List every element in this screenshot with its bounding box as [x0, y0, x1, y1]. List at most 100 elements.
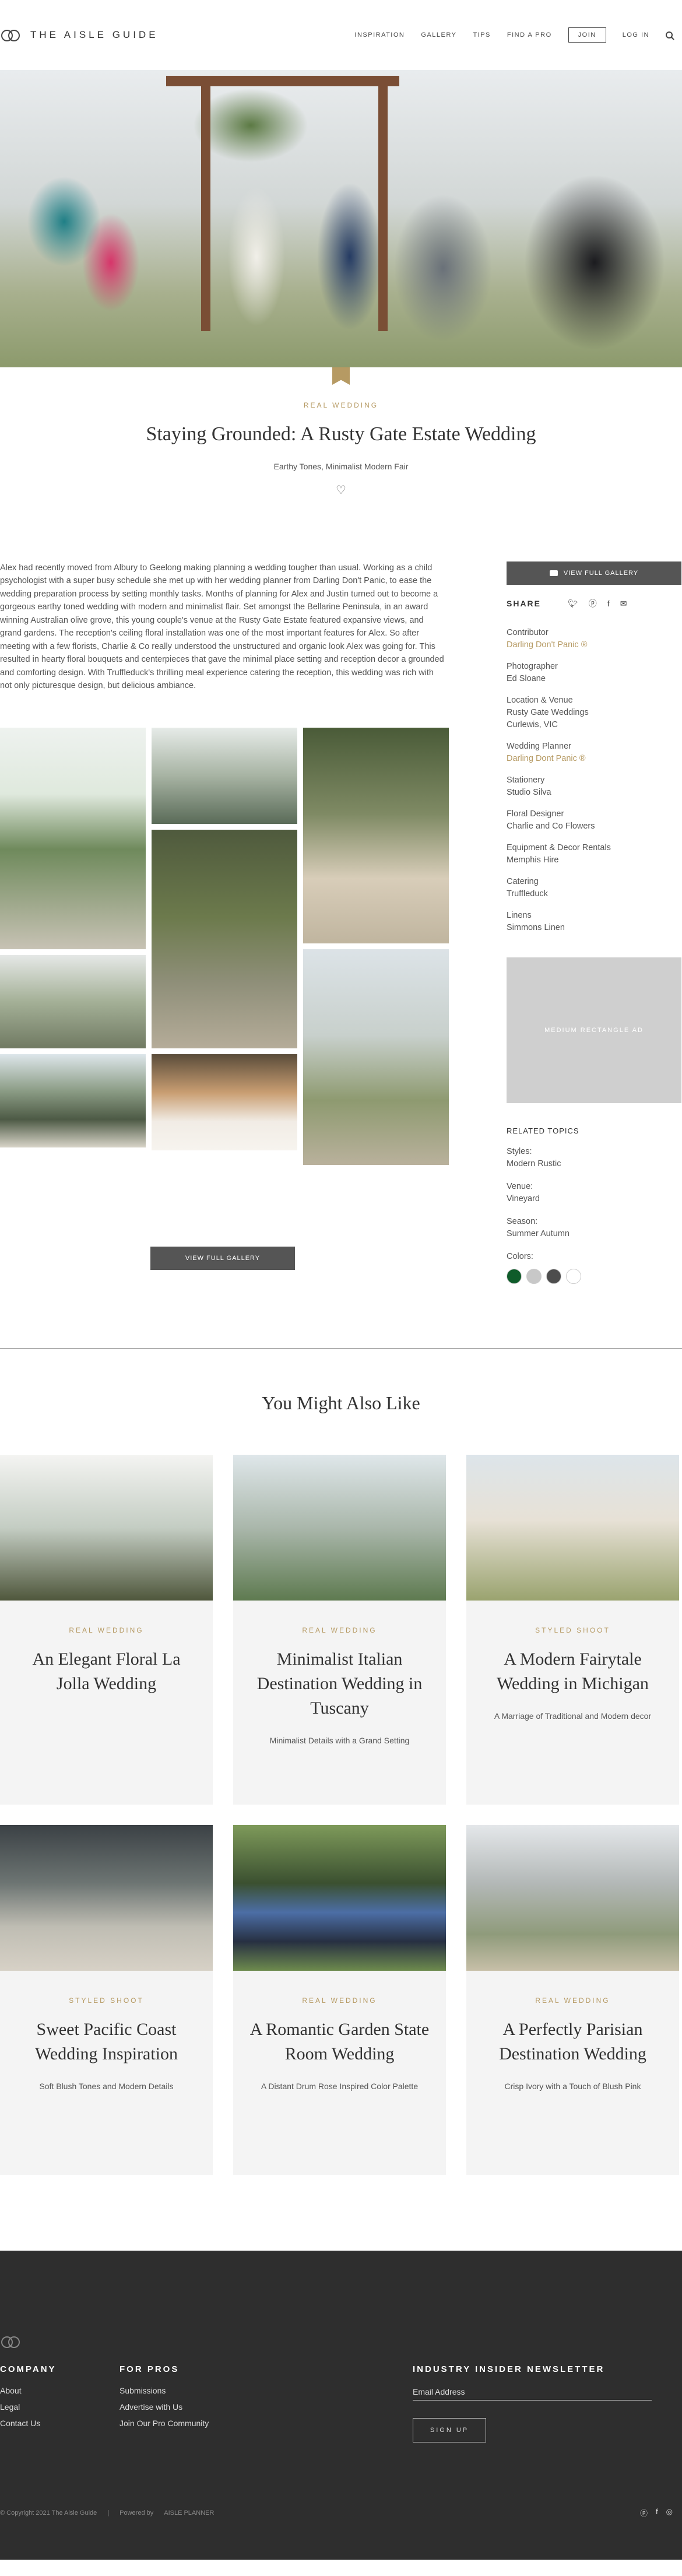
instagram-icon[interactable]: ◎ — [666, 2507, 673, 2518]
card-title[interactable]: A Perfectly Parisian Destination Wedding — [483, 2017, 663, 2066]
join-button[interactable]: JOIN — [568, 27, 606, 43]
card-description: Crisp Ivory with a Touch of Blush Pink — [504, 2082, 641, 2091]
article-card[interactable]: STYLED SHOOT A Modern Fairytale Wedding … — [466, 1455, 679, 1805]
nav-find-a-pro[interactable]: FIND A PRO — [507, 31, 552, 38]
rings-logo-icon — [0, 29, 26, 41]
card-title[interactable]: Sweet Pacific Coast Wedding Inspiration — [16, 2017, 196, 2066]
credit-item: Photographer Ed Sloane — [507, 661, 681, 685]
topic-link[interactable]: Summer Autumn — [507, 1228, 681, 1240]
nav-gallery[interactable]: GALLERY — [421, 31, 456, 38]
bookmark-icon[interactable] — [332, 367, 350, 385]
article-category[interactable]: REAL WEDDING — [0, 401, 682, 409]
card-title[interactable]: A Modern Fairytale Wedding in Michigan — [483, 1647, 663, 1696]
topic-link[interactable]: Modern Rustic — [507, 1158, 681, 1170]
gallery-photo[interactable] — [152, 829, 297, 1048]
credit-role: Equipment & Decor Rentals — [507, 843, 611, 853]
nav-inspiration[interactable]: INSPIRATION — [354, 31, 405, 38]
facebook-icon[interactable]: f — [607, 599, 610, 608]
color-swatch[interactable] — [507, 1269, 522, 1285]
facebook-icon[interactable]: f — [656, 2507, 658, 2518]
color-swatch[interactable] — [566, 1269, 581, 1285]
main-nav: INSPIRATION GALLERY TIPS FIND A PRO JOIN… — [354, 27, 673, 43]
card-description: A Distant Drum Rose Inspired Color Palet… — [261, 2082, 419, 2091]
section-divider — [0, 1348, 682, 1349]
credit-role: Floral Designer — [507, 809, 564, 819]
card-category: STYLED SHOOT — [535, 1626, 610, 1635]
topic-colors: Colors: — [507, 1251, 681, 1285]
related-title: You Might Also Like — [262, 1392, 420, 1414]
credit-item: Equipment & Decor Rentals Memphis Hire — [507, 842, 681, 866]
color-swatch[interactable] — [526, 1269, 542, 1285]
card-image[interactable] — [466, 1455, 679, 1601]
view-full-gallery-button[interactable]: VIEW FULL GALLERY — [150, 1246, 295, 1270]
gallery-photo[interactable] — [0, 954, 146, 1048]
gallery-photo[interactable] — [303, 949, 449, 1165]
card-image[interactable] — [0, 1455, 213, 1601]
article-card[interactable]: REAL WEDDING A Perfectly Parisian Destin… — [466, 1825, 679, 2175]
sidebar-gallery-button[interactable]: VIEW FULL GALLERY — [507, 561, 681, 585]
share-label: SHARE — [507, 599, 542, 608]
footer-company-title: COMPANY — [0, 2364, 57, 2375]
logo[interactable]: THE AISLE GUIDE — [0, 29, 159, 41]
footer-link-about[interactable]: About — [0, 2386, 57, 2395]
pinterest-icon[interactable]: ⓟ — [640, 2507, 648, 2518]
newsletter-email-input[interactable] — [413, 2384, 652, 2401]
article-card[interactable]: REAL WEDDING An Elegant Floral La Jolla … — [0, 1455, 213, 1805]
card-title[interactable]: A Romantic Garden State Room Wedding — [249, 2017, 430, 2066]
color-swatch[interactable] — [546, 1269, 561, 1285]
credit-link[interactable]: Darling Don't Panic ® — [507, 639, 681, 651]
gallery-photo[interactable] — [152, 1054, 297, 1150]
article-card[interactable]: REAL WEDDING A Romantic Garden State Roo… — [233, 1825, 446, 2175]
pinterest-icon[interactable]: ⓟ — [589, 598, 597, 609]
gallery-photo[interactable] — [0, 727, 146, 949]
card-image[interactable] — [233, 1455, 446, 1601]
article-card[interactable]: REAL WEDDING Minimalist Italian Destinat… — [233, 1455, 446, 1805]
hero-arch-shape — [166, 76, 399, 331]
card-description: Minimalist Details with a Grand Setting — [269, 1736, 410, 1746]
footer-rings-logo-icon[interactable] — [0, 2335, 26, 2349]
card-image[interactable] — [233, 1825, 446, 1971]
copyright: © Copyright 2021 The Aisle Guide — [0, 2509, 97, 2517]
aisle-planner-logo[interactable]: AISLE PLANNER — [164, 2510, 214, 2517]
card-image[interactable] — [466, 1825, 679, 1971]
topic-season: Season: Summer Autumn — [507, 1216, 681, 1240]
heart-icon[interactable]: ♡ — [0, 483, 682, 497]
twitter-icon[interactable]: 🐦︎ — [568, 599, 578, 609]
card-description: Soft Blush Tones and Modern Details — [39, 2082, 174, 2091]
site-footer: COMPANY About Legal Contact Us FOR PROS … — [0, 2251, 682, 2560]
login-link[interactable]: LOG IN — [623, 31, 649, 38]
signup-button[interactable]: SIGN UP — [413, 2418, 486, 2443]
credit-location: Curlewis, VIC — [507, 720, 558, 730]
footer-link-submissions[interactable]: Submissions — [119, 2386, 209, 2395]
related-articles: You Might Also Like REAL WEDDING An Eleg… — [0, 1392, 682, 2175]
gallery-photo[interactable] — [0, 1054, 146, 1147]
search-icon[interactable] — [666, 31, 673, 38]
footer-separator: | — [107, 2509, 110, 2517]
topic-venue: Venue: Vineyard — [507, 1181, 681, 1205]
article-card[interactable]: STYLED SHOOT Sweet Pacific Coast Wedding… — [0, 1825, 213, 2175]
credit-name: Charlie and Co Flowers — [507, 822, 595, 831]
email-icon[interactable]: ✉ — [620, 599, 627, 609]
newsletter-title: INDUSTRY INSIDER NEWSLETTER — [413, 2364, 605, 2375]
credit-name: Memphis Hire — [507, 855, 559, 865]
card-image[interactable] — [0, 1825, 213, 1971]
footer-link-advertise[interactable]: Advertise with Us — [119, 2402, 209, 2412]
credit-item: Floral Designer Charlie and Co Flowers — [507, 808, 681, 833]
card-title[interactable]: Minimalist Italian Destination Wedding i… — [249, 1647, 430, 1721]
footer-link-legal[interactable]: Legal — [0, 2402, 57, 2412]
credit-name: Ed Sloane — [507, 674, 546, 684]
gallery-photo[interactable] — [152, 727, 297, 824]
footer-link-contact[interactable]: Contact Us — [0, 2419, 57, 2428]
card-category: REAL WEDDING — [302, 1996, 377, 2005]
credit-role: Wedding Planner — [507, 742, 571, 752]
footer-link-join-pro[interactable]: Join Our Pro Community — [119, 2419, 209, 2428]
footer-pros-title: FOR PROS — [119, 2364, 180, 2375]
logo-text: THE AISLE GUIDE — [30, 29, 159, 40]
gallery-photo[interactable] — [303, 727, 449, 943]
topic-link[interactable]: Vineyard — [507, 1193, 681, 1205]
card-title[interactable]: An Elegant Floral La Jolla Wedding — [16, 1647, 196, 1696]
medium-rectangle-ad[interactable]: MEDIUM RECTANGLE AD — [507, 957, 681, 1104]
credit-link[interactable]: Darling Dont Panic ® — [507, 753, 681, 765]
nav-tips[interactable]: TIPS — [473, 31, 490, 38]
footer-social: ⓟ f ◎ — [640, 2507, 673, 2518]
